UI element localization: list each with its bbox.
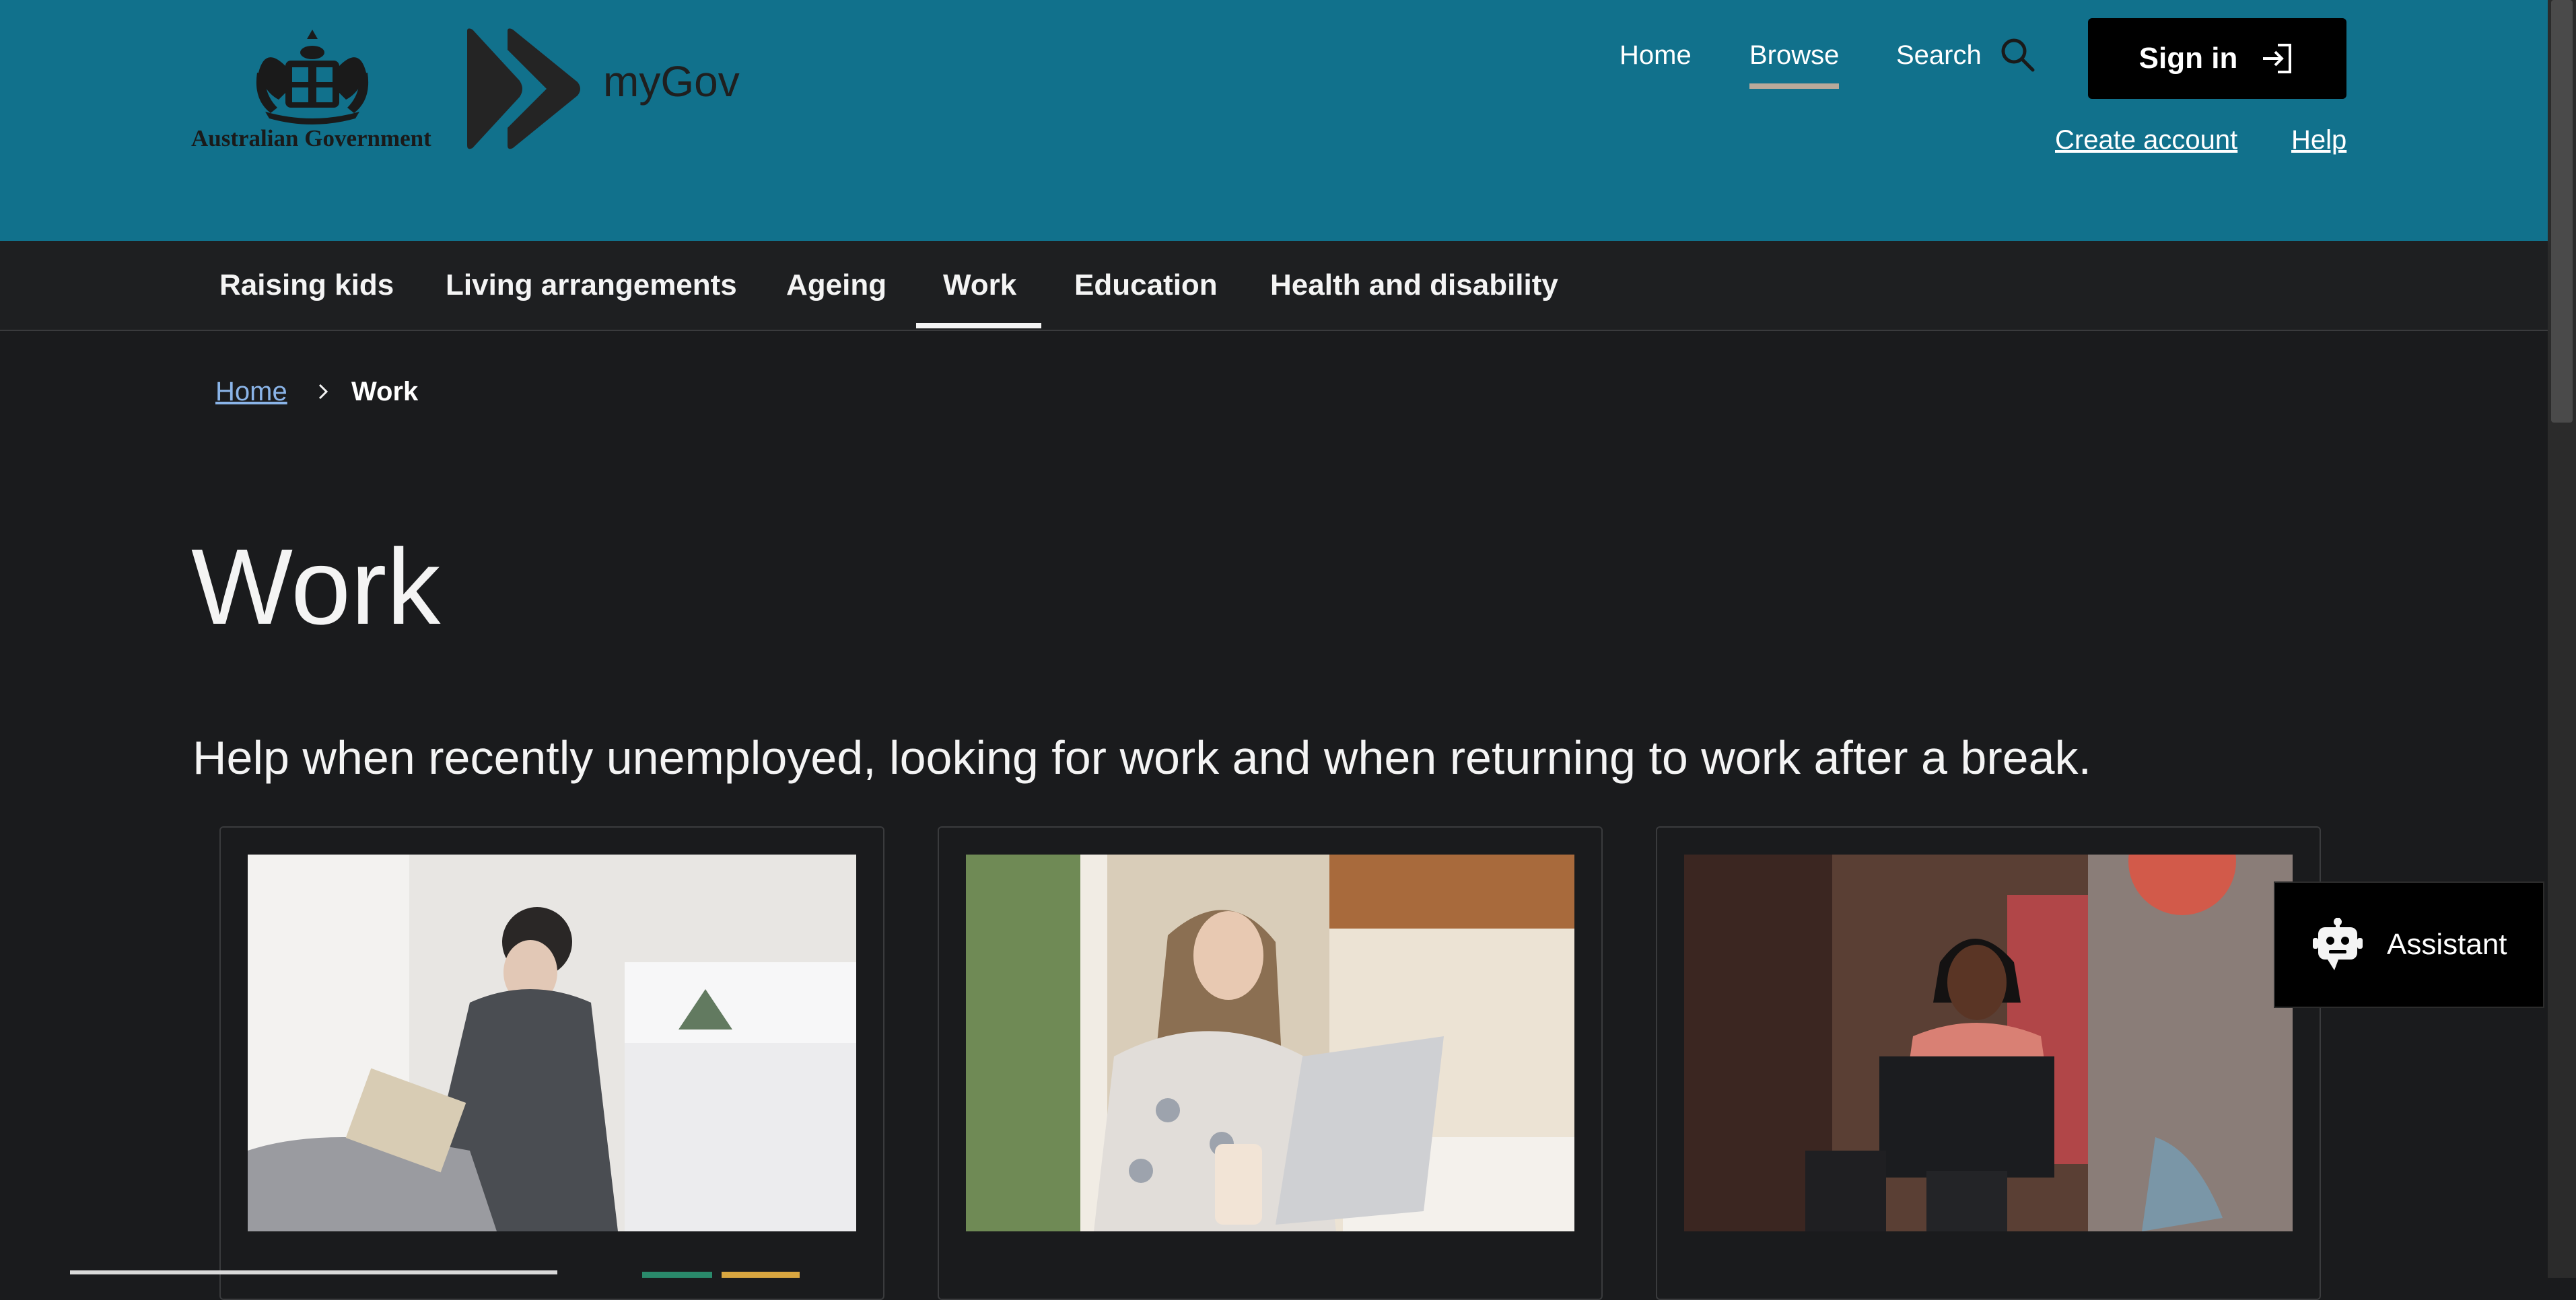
breadcrumb-current: Work — [351, 377, 419, 406]
page-intro: Help when recently unemployed, looking f… — [193, 731, 2091, 784]
nav-search-link[interactable]: Search — [1896, 40, 1982, 71]
subnav-item-health-and-disability[interactable]: Health and disability — [1270, 241, 1558, 330]
site-header: Australian Government myGov Home Browse … — [0, 0, 2548, 241]
sign-in-icon — [2263, 44, 2292, 73]
sign-in-button[interactable]: Sign in — [2088, 18, 2346, 99]
woman-writing-notebook-photo — [248, 855, 856, 1231]
subnav-item-ageing[interactable]: Ageing — [786, 241, 886, 330]
status-indicator-green — [642, 1272, 712, 1278]
robot-icon — [2313, 918, 2363, 970]
assistant-button[interactable]: Assistant — [2274, 881, 2544, 1008]
browser-status-strip — [70, 1270, 557, 1274]
cafe-worker-at-register-photo — [1684, 855, 2293, 1231]
subnav-item-raising-kids[interactable]: Raising kids — [219, 241, 394, 330]
topic-card[interactable] — [938, 826, 1603, 1300]
chevron-right-icon — [318, 384, 328, 400]
browse-active-underline — [1749, 83, 1839, 89]
nav-browse-link[interactable]: Browse — [1749, 40, 1839, 71]
mygov-logo-icon — [467, 28, 580, 149]
help-link[interactable]: Help — [2291, 125, 2346, 155]
breadcrumb-home-link[interactable]: Home — [215, 377, 287, 407]
category-nav: Raising kids Living arrangements Ageing … — [0, 241, 2548, 331]
assistant-label: Assistant — [2387, 928, 2507, 961]
subnav-item-work[interactable]: Work — [943, 241, 1016, 330]
scrollbar-thumb[interactable] — [2551, 0, 2573, 423]
page-title: Work — [191, 526, 441, 647]
status-indicator-orange — [722, 1272, 800, 1278]
topic-card[interactable] — [219, 826, 884, 1300]
mygov-wordmark: myGov — [603, 57, 740, 106]
search-icon[interactable] — [1999, 36, 2035, 73]
subnav-active-indicator — [916, 323, 1041, 328]
subnav-item-education[interactable]: Education — [1074, 241, 1218, 330]
government-label: Australian Government — [191, 125, 431, 151]
subnav-item-living-arrangements[interactable]: Living arrangements — [446, 241, 737, 330]
create-account-link[interactable]: Create account — [2055, 125, 2237, 155]
nav-home-link[interactable]: Home — [1620, 40, 1692, 71]
sign-in-label: Sign in — [2138, 42, 2238, 75]
topic-card[interactable] — [1656, 826, 2321, 1300]
woman-using-laptop-photo — [966, 855, 1574, 1231]
